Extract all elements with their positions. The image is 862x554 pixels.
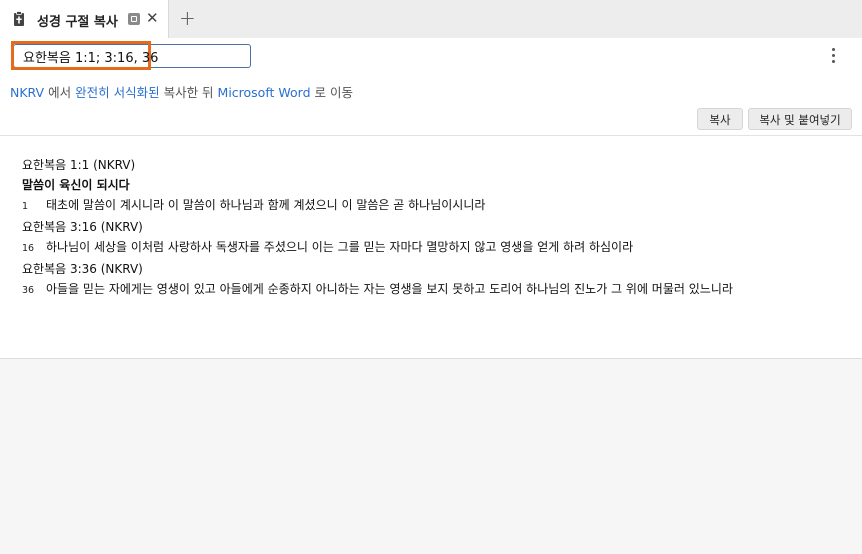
copy-and-paste-button[interactable]: 복사 및 붙여넣기 — [748, 108, 852, 130]
copy-verses-panel: 요한복음 1:1; 3:16, 36 NKRV 에서 완전히 서식화된 복사한 … — [0, 38, 862, 359]
passage-reference: 요한복음 3:16 (NKRV) — [22, 220, 143, 234]
copy-options-line: NKRV 에서 완전히 서식화된 복사한 뒤 Microsoft Word 로 … — [10, 82, 353, 101]
section-heading: 말씀이 육신이 되시다 — [22, 178, 130, 192]
verse-number: 16 — [22, 243, 35, 254]
verse-text: 하나님이 세상을 이처럼 사랑하사 독생자를 주셨으니 이는 그를 믿는 자마다… — [46, 240, 634, 254]
close-icon[interactable]: ✕ — [146, 9, 159, 27]
verse-text: 아들을 믿는 자에게는 영생이 있고 아들에게 순종하지 아니하는 자는 영생을… — [46, 282, 733, 296]
tab-title: 성경 구절 복사 — [37, 15, 118, 30]
hint-text-copy: 복사한 뒤 — [163, 85, 214, 100]
verse-text: 태초에 말씀이 계시니라 이 말씀이 하나님과 함께 계셨으니 이 말씀은 곧 … — [46, 198, 486, 212]
passage-reference: 요한복음 1:1 (NKRV) — [22, 158, 136, 172]
tab-copy-verses[interactable]: 성경 구절 복사 ✕ — [0, 0, 169, 38]
verse-number: 36 — [22, 285, 35, 296]
source-bible-link[interactable]: NKRV — [10, 85, 44, 100]
passage-reference: 요한복음 3:36 (NKRV) — [22, 262, 143, 276]
verse-line: 1 태초에 말씀이 계시니라 이 말씀이 하나님과 함께 계셨으니 이 말씀은 곧… — [22, 195, 852, 217]
verse-preview: 요한복음 1:1 (NKRV) 말씀이 육신이 되시다 1 태초에 말씀이 계시니… — [22, 155, 852, 301]
format-link[interactable]: 완전히 서식화된 — [75, 85, 159, 100]
verse-number: 1 — [22, 201, 29, 212]
verse-line: 36 아들을 믿는 자에게는 영생이 있고 아들에게 순종하지 아니하는 자는 영… — [22, 279, 852, 301]
add-tab-button[interactable]: + — [179, 6, 196, 30]
more-options-icon[interactable] — [832, 48, 836, 64]
copy-button[interactable]: 복사 — [697, 108, 743, 130]
clipboard-icon — [14, 11, 24, 26]
divider — [0, 135, 862, 136]
verse-line: 16 하나님이 세상을 이처럼 사랑하사 독생자를 주셨으니 이는 그를 믿는 자… — [22, 237, 852, 259]
target-app-link[interactable]: Microsoft Word — [218, 85, 311, 100]
hint-text-goto: 로 이동 — [314, 85, 353, 100]
tab-bar: 성경 구절 복사 ✕ + — [0, 0, 862, 38]
reference-input-value: 요한복음 1:1; 3:16, 36 — [23, 51, 159, 66]
hint-text-from: 에서 — [48, 85, 72, 100]
link-icon[interactable] — [128, 13, 140, 25]
